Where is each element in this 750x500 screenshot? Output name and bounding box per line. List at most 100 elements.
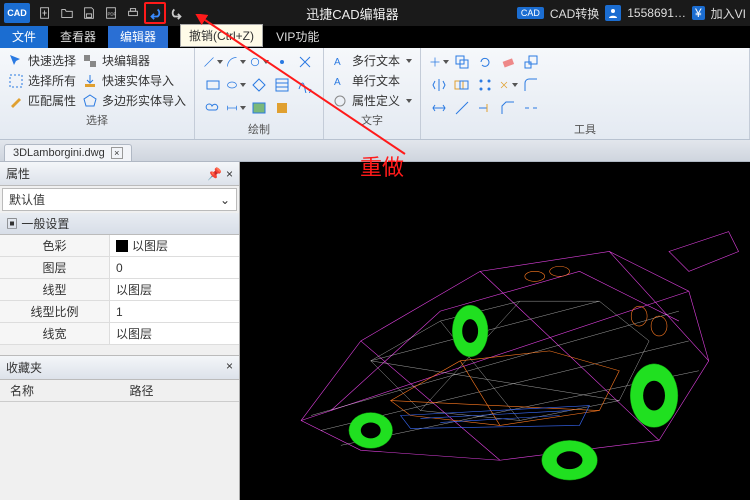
table-row: 图层0 (0, 257, 239, 279)
arc-icon[interactable] (226, 52, 246, 72)
document-tab[interactable]: 3DLamborgini.dwg × (4, 144, 132, 161)
dim-icon[interactable] (226, 98, 246, 118)
panel-close-icon[interactable]: × (226, 167, 233, 181)
polygon2-icon[interactable] (249, 75, 269, 95)
table-row: 线型以图层 (0, 279, 239, 301)
tab-vip[interactable]: VIP功能 (264, 26, 331, 48)
properties-header: 属性 📌 × (0, 162, 239, 186)
polygon-import-button[interactable]: 多边形实体导入 (82, 92, 186, 109)
cloud-icon[interactable] (203, 98, 223, 118)
mirror-icon[interactable] (429, 75, 449, 95)
save-icon[interactable] (78, 2, 100, 24)
ribbon-group-text: A多行文本 A单行文本 属性定义 文字 (324, 48, 421, 139)
block-editor-button[interactable]: 块编辑器 (82, 52, 150, 69)
stretch-icon[interactable] (429, 98, 449, 118)
props-selector[interactable]: 默认值 ⌄ (2, 188, 237, 211)
favorites-columns: 名称 路径 (0, 380, 239, 402)
print-icon[interactable] (122, 2, 144, 24)
block2-icon[interactable] (272, 98, 292, 118)
cursor-icon (8, 53, 24, 69)
section-general[interactable]: ▣ 一般设置 (0, 213, 239, 235)
move-icon[interactable] (429, 52, 449, 72)
annotation-label: 重做 (360, 150, 404, 182)
app-title: 迅捷CAD编辑器 (188, 4, 517, 23)
table-row: 色彩以图层 (0, 235, 239, 257)
open-icon[interactable] (56, 2, 78, 24)
erase-icon[interactable] (498, 52, 518, 72)
ellipse-icon[interactable] (226, 75, 246, 95)
singleline-text-button[interactable]: A单行文本 (332, 72, 400, 89)
tab-editor[interactable]: 编辑器 (108, 26, 168, 48)
hatch-icon[interactable] (272, 75, 292, 95)
chevron-down-icon: ⌄ (220, 193, 230, 207)
image-icon[interactable] (249, 98, 269, 118)
app-logo: CAD (4, 3, 30, 23)
attr-icon (332, 93, 348, 109)
ribbon-group-select: 快速选择 块编辑器 选择所有 快速实体导入 匹配属性 多边形实体导入 选择 (0, 48, 195, 139)
fillet-icon[interactable] (521, 75, 541, 95)
trim-icon[interactable] (295, 52, 315, 72)
ribbon-group-draw: 绘制 (195, 48, 324, 139)
trim2-icon[interactable] (452, 98, 472, 118)
stext-icon: A (332, 73, 348, 89)
group-label-draw: 绘制 (203, 121, 315, 137)
panel-close-icon[interactable]: × (226, 359, 233, 376)
user-icon[interactable] (605, 5, 621, 21)
convert-badge: CAD (517, 7, 544, 19)
undo-icon[interactable] (144, 2, 166, 24)
copy-icon[interactable] (452, 52, 472, 72)
svg-text:PDF: PDF (108, 12, 117, 17)
document-filename: 3DLamborgini.dwg (13, 147, 105, 159)
ribbon-group-tools: 工具 (421, 48, 750, 139)
rotate-icon[interactable] (475, 52, 495, 72)
tab-viewer[interactable]: 查看器 (48, 26, 108, 48)
svg-text:A: A (334, 77, 341, 88)
table-row: 线型比例1 (0, 301, 239, 323)
multiline-text-button[interactable]: A多行文本 (332, 52, 412, 69)
color-swatch (116, 240, 128, 252)
quick-select-button[interactable]: 快速选择 (8, 52, 76, 69)
group-label-text: 文字 (332, 112, 412, 128)
explode-icon[interactable] (498, 75, 518, 95)
group-label-tools: 工具 (429, 121, 741, 137)
svg-text:A: A (334, 57, 341, 68)
tab-file[interactable]: 文件 (0, 26, 48, 48)
chamfer-icon[interactable] (498, 98, 518, 118)
titlebar: CAD PDF 迅捷CAD编辑器 CAD CAD转换 15586‍91… ¥ 加… (0, 0, 750, 26)
array-icon[interactable] (475, 75, 495, 95)
group-label-select: 选择 (8, 112, 186, 128)
close-icon[interactable]: × (111, 147, 123, 159)
select-all-button[interactable]: 选择所有 (8, 72, 76, 89)
drawing-viewport[interactable] (240, 162, 750, 500)
polygon-icon (82, 93, 98, 109)
join-button[interactable]: 加入VI (711, 5, 746, 22)
user-label[interactable]: 15586‍91… (627, 6, 686, 20)
new-icon[interactable] (34, 2, 56, 24)
favorites-header: 收藏夹× (0, 355, 239, 380)
menubar: 文件 查看器 编辑器 高级 输出 VIP功能 (0, 26, 750, 48)
brush-icon (8, 93, 24, 109)
scale-icon[interactable] (521, 52, 541, 72)
block-icon (82, 53, 98, 69)
pin-icon[interactable]: 📌 (207, 167, 222, 181)
line-icon[interactable] (203, 52, 223, 72)
extend-icon[interactable] (475, 98, 495, 118)
quick-import-button[interactable]: 快速实体导入 (82, 72, 174, 89)
point-icon[interactable] (272, 52, 292, 72)
break-icon[interactable] (521, 98, 541, 118)
select-all-icon (8, 73, 24, 89)
table-row: 线宽以图层 (0, 323, 239, 345)
attr-def-button[interactable]: 属性定义 (332, 92, 412, 109)
ribbon: 快速选择 块编辑器 选择所有 快速实体导入 匹配属性 多边形实体导入 选择 (0, 48, 750, 140)
pdf-icon[interactable]: PDF (100, 2, 122, 24)
undo-tooltip: 撤销(Ctrl+Z) (180, 24, 263, 47)
convert-button[interactable]: CAD转换 (550, 5, 599, 22)
spline-icon[interactable] (295, 75, 315, 95)
match-props-button[interactable]: 匹配属性 (8, 92, 76, 109)
import-icon (82, 73, 98, 89)
circle-icon[interactable] (249, 52, 269, 72)
car-wireframe (240, 162, 750, 500)
redo-icon[interactable] (166, 2, 188, 24)
offset-icon[interactable] (452, 75, 472, 95)
rect-icon[interactable] (203, 75, 223, 95)
